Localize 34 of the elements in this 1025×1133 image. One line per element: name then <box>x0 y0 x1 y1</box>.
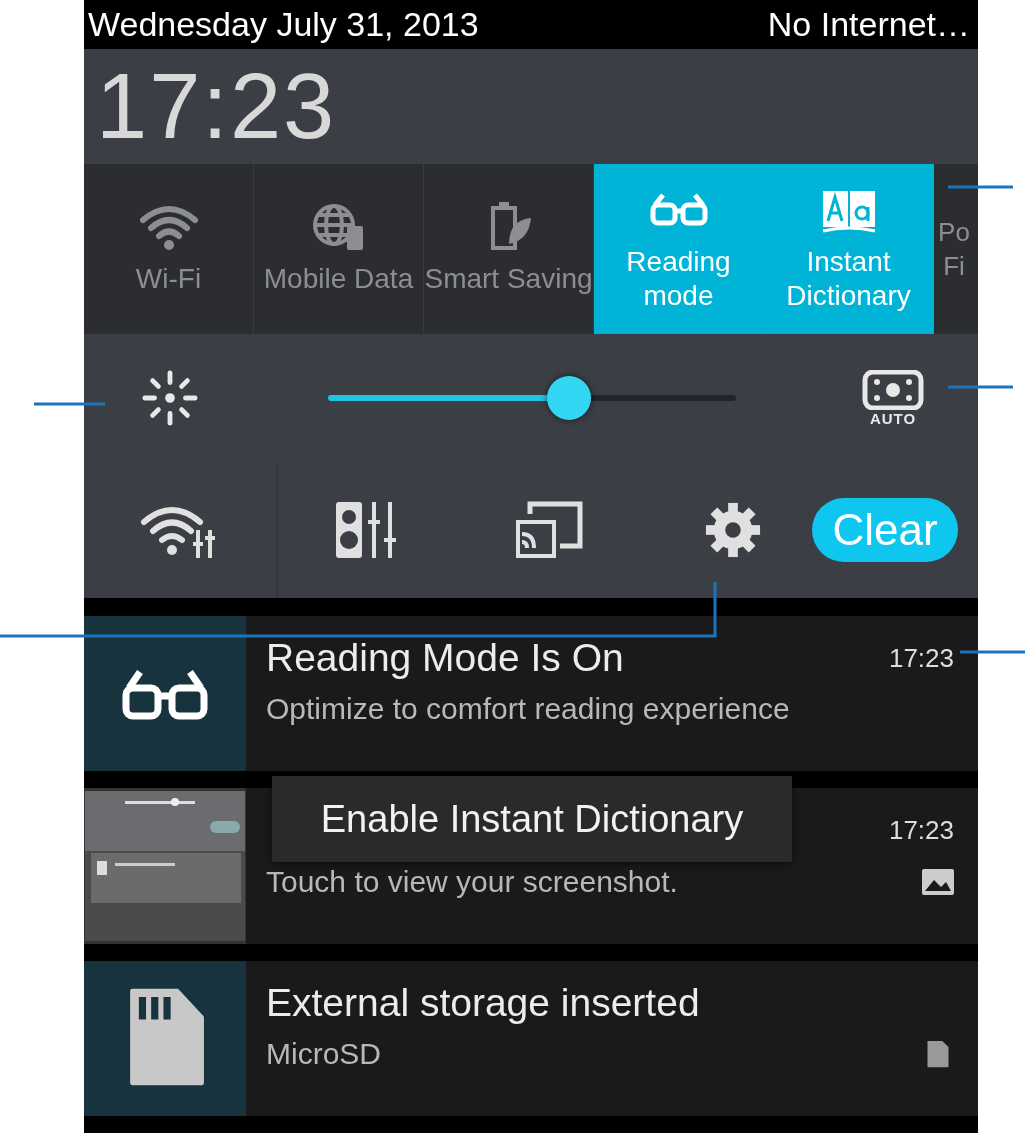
image-icon <box>922 867 954 896</box>
auto-brightness-button[interactable]: AUTO <box>860 369 926 427</box>
tile-label: Po Fi <box>937 216 971 284</box>
tile-label: Wi-Fi <box>135 262 202 297</box>
date-text: Wednesday July 31, 2013 <box>88 5 479 45</box>
network-status: No Internet… <box>767 5 970 45</box>
quick-setting-tile[interactable]: Mobile Data <box>254 164 424 335</box>
leader-line <box>34 402 105 406</box>
notification-time: 17:23 <box>888 815 954 847</box>
clock: 17:23 <box>96 54 337 160</box>
notification[interactable]: Reading Mode Is On 17:23 Optimize to comfort reading experience <box>84 615 978 772</box>
dictionary-toast: Enable Instant Dictionary <box>272 776 792 862</box>
leader-line <box>960 650 1025 654</box>
quick-setting-tile[interactable]: Po Fi <box>934 164 975 335</box>
notification-title: Reading Mode Is On <box>266 636 624 681</box>
slider-thumb[interactable] <box>546 376 591 421</box>
leader-line <box>948 385 1013 389</box>
brightness-icon <box>141 369 199 428</box>
tile-label: Instant Dictionary <box>785 245 912 314</box>
notification-text: MicroSD <box>266 1037 381 1072</box>
notification-text: Optimize to comfort reading experience <box>266 692 790 727</box>
settings-icon[interactable] <box>704 501 762 560</box>
notification-time: 17:23 <box>888 642 954 674</box>
tile-label: Reading mode <box>625 245 732 314</box>
auto-brightness-icon <box>860 369 926 410</box>
notification-text: Touch to view your screenshot. <box>266 864 678 899</box>
quick-setting-tile[interactable]: Reading mode <box>594 164 764 335</box>
tile-label: Smart Saving <box>424 262 593 297</box>
notification-title: External storage inserted <box>266 981 700 1026</box>
quick-setting-tile[interactable]: Instant Dictionary <box>764 164 934 335</box>
leader-line <box>948 185 1013 189</box>
tile-label: Mobile Data <box>263 262 414 297</box>
brightness-slider[interactable] <box>328 376 736 421</box>
notification[interactable]: External storage inserted MicroSD <box>84 960 978 1116</box>
